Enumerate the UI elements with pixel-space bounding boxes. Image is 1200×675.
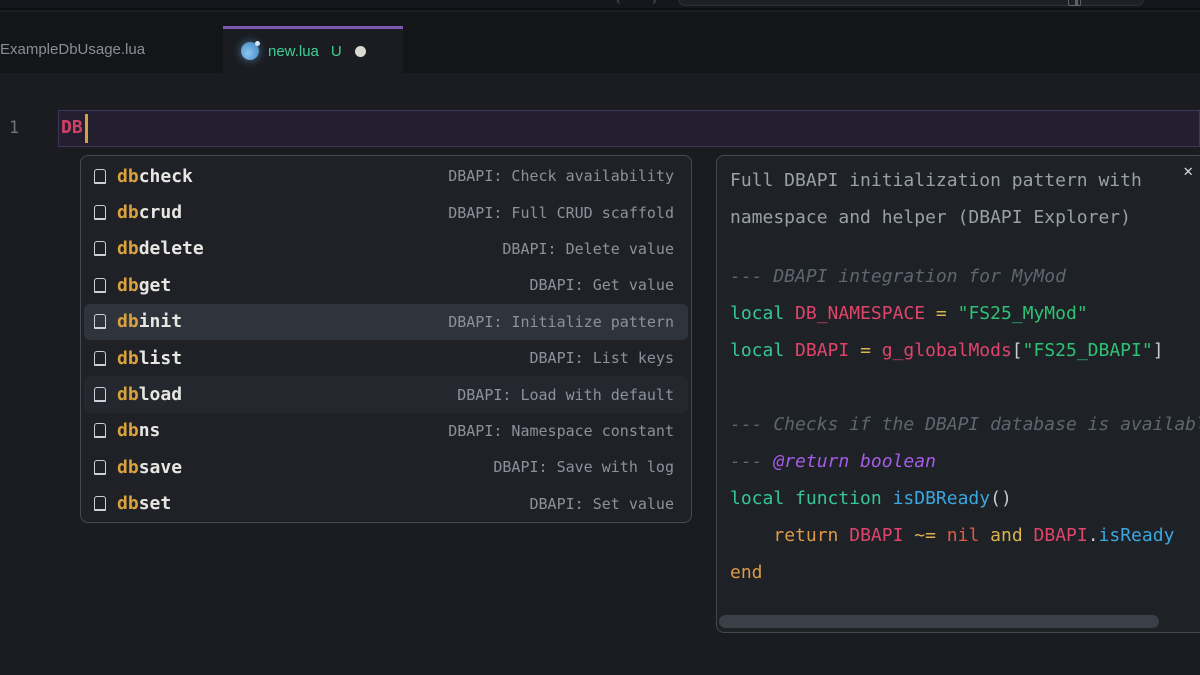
line-number: 1 [0, 110, 28, 146]
close-icon[interactable]: ✕ [1183, 163, 1193, 179]
suggest-item-description: DBAPI: Full CRUD scaffold [448, 204, 674, 222]
code-line: return DBAPI ~= nil and DBAPI.isReady [730, 517, 1200, 554]
suggest-item-description: DBAPI: Set value [530, 495, 675, 513]
code-line: --- Checks if the DBAPI database is avai… [730, 406, 1200, 443]
suggest-item-description: DBAPI: Initialize pattern [448, 313, 674, 331]
snippet-code-preview: --- DBAPI integration for MyModlocal DB_… [730, 258, 1200, 591]
snippet-icon [94, 496, 106, 511]
suggest-item-description: DBAPI: Check availability [448, 167, 674, 185]
snippet-icon [94, 169, 106, 184]
code-line: --- @return boolean [730, 443, 1200, 480]
tab-exampledbusage[interactable]: ExampleDbUsage.lua [0, 26, 173, 73]
suggest-item-dbsave[interactable]: dbsave DBAPI: Save with log [84, 449, 688, 485]
horizontal-scrollbar-thumb[interactable] [719, 615, 1159, 628]
suggest-item-label: dbns [117, 420, 160, 441]
suggest-item-label: dbcheck [117, 166, 193, 187]
suggest-item-dbinit[interactable]: dbinit DBAPI: Initialize pattern [84, 304, 688, 340]
snippet-icon [94, 351, 106, 366]
code-line: end [730, 554, 1200, 591]
suggest-item-label: dblist [117, 348, 182, 369]
suggest-item-dbload[interactable]: dbload DBAPI: Load with default [84, 376, 688, 412]
suggest-item-dbcrud[interactable]: dbcrud DBAPI: Full CRUD scaffold [84, 194, 688, 230]
snippet-icon [94, 241, 106, 256]
suggest-docs-panel: ✕ Full DBAPI initialization pattern with… [716, 155, 1200, 633]
suggest-item-dblist[interactable]: dblist DBAPI: List keys [84, 340, 688, 376]
current-line-highlight[interactable]: DB [58, 110, 1200, 147]
docs-description-line2: namespace and helper (DBAPI Explorer) [730, 199, 1168, 236]
modified-dot-icon[interactable] [355, 46, 366, 57]
suggest-widget: dbcheck DBAPI: Check availability dbcrud DB… [80, 155, 692, 523]
suggest-item-dbget[interactable]: dbget DBAPI: Get value [84, 267, 688, 303]
tab-bar: ExampleDbUsage.lua new.lua U [0, 12, 1200, 73]
suggest-item-dbcheck[interactable]: dbcheck DBAPI: Check availability [84, 158, 688, 194]
snippet-icon [94, 314, 106, 329]
suggest-item-label: dbsave [117, 457, 182, 478]
nav-back-icon[interactable]: ‹ [616, 0, 621, 8]
suggest-item-label: dbload [117, 384, 182, 405]
layout-panel-icon[interactable] [1068, 0, 1081, 6]
suggest-item-description: DBAPI: List keys [530, 349, 675, 367]
suggest-item-description: DBAPI: Namespace constant [448, 422, 674, 440]
code-line: local DB_NAMESPACE = "FS25_MyMod" [730, 295, 1200, 332]
suggest-item-description: DBAPI: Load with default [457, 386, 674, 404]
snippet-icon [94, 387, 106, 402]
code-line: local function isDBReady() [730, 480, 1200, 517]
suggest-item-label: dbget [117, 275, 171, 296]
suggest-item-label: dbinit [117, 311, 182, 332]
typed-text: DB [61, 111, 83, 145]
tab-new-lua[interactable]: new.lua U [223, 26, 403, 73]
code-line: local DBAPI = g_globalMods["FS25_DBAPI"] [730, 332, 1200, 369]
lua-file-icon [241, 42, 259, 60]
snippet-icon [94, 278, 106, 293]
suggest-item-label: dbcrud [117, 202, 182, 223]
snippet-icon [94, 460, 106, 475]
git-status-badge: U [331, 43, 342, 60]
title-bar: ‹ › [0, 0, 1200, 10]
suggest-item-description: DBAPI: Get value [530, 276, 675, 294]
suggest-item-description: DBAPI: Save with log [493, 458, 674, 476]
tab-label: ExampleDbUsage.lua [0, 41, 145, 58]
code-line [730, 369, 1200, 406]
tab-label: new.lua [268, 43, 319, 60]
suggest-item-dbns[interactable]: dbns DBAPI: Namespace constant [84, 413, 688, 449]
code-line: --- DBAPI integration for MyMod [730, 258, 1200, 295]
suggest-item-label: dbset [117, 493, 171, 514]
suggest-item-dbset[interactable]: dbset DBAPI: Set value [84, 486, 688, 522]
snippet-icon [94, 205, 106, 220]
suggest-item-dbdelete[interactable]: dbdelete DBAPI: Delete value [84, 231, 688, 267]
snippet-icon [94, 423, 106, 438]
suggest-item-label: dbdelete [117, 238, 204, 259]
docs-description-line1: Full DBAPI initialization pattern with [730, 162, 1168, 199]
suggest-item-description: DBAPI: Delete value [502, 240, 674, 258]
docs-description: Full DBAPI initialization pattern with n… [730, 162, 1168, 236]
text-cursor [85, 114, 88, 143]
nav-forward-icon[interactable]: › [652, 0, 657, 8]
